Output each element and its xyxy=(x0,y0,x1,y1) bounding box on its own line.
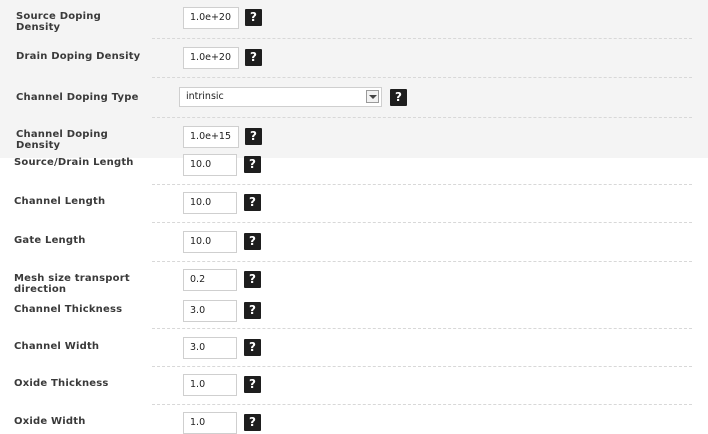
chevron-down-icon[interactable] xyxy=(366,90,379,103)
divider xyxy=(152,38,692,39)
help-icon[interactable]: ? xyxy=(244,194,261,211)
divider xyxy=(152,222,692,223)
divider xyxy=(152,261,692,262)
drain-doping-density-input[interactable]: 1.0e+20 xyxy=(183,47,239,69)
field-label: Oxide Width xyxy=(14,416,86,427)
channel-doping-type-select[interactable]: intrinsic xyxy=(179,87,382,107)
select-value: intrinsic xyxy=(186,91,224,102)
mesh-size-input[interactable]: 0.2 xyxy=(183,269,237,291)
field-label: Drain Doping Density xyxy=(16,51,141,62)
source-drain-length-input[interactable]: 10.0 xyxy=(183,154,237,176)
divider xyxy=(152,404,692,405)
help-icon[interactable]: ? xyxy=(244,414,261,431)
channel-doping-density-input[interactable]: 1.0e+15 xyxy=(183,126,239,148)
source-doping-density-input[interactable]: 1.0e+20 xyxy=(183,7,239,29)
help-icon[interactable]: ? xyxy=(244,233,261,250)
divider xyxy=(152,366,692,367)
channel-thickness-input[interactable]: 3.0 xyxy=(183,300,237,322)
field-label: Source/Drain Length xyxy=(14,157,134,168)
divider xyxy=(152,328,692,329)
gate-length-input[interactable]: 10.0 xyxy=(183,231,237,253)
help-icon[interactable]: ? xyxy=(244,302,261,319)
field-label: Channel Doping Density xyxy=(16,129,108,151)
help-icon[interactable]: ? xyxy=(244,156,261,173)
field-label: Channel Doping Type xyxy=(16,92,139,103)
help-icon[interactable]: ? xyxy=(390,89,407,106)
channel-length-input[interactable]: 10.0 xyxy=(183,192,237,214)
help-icon[interactable]: ? xyxy=(245,49,262,66)
help-icon[interactable]: ? xyxy=(244,271,261,288)
oxide-width-input[interactable]: 1.0 xyxy=(183,412,237,434)
channel-width-input[interactable]: 3.0 xyxy=(183,337,237,359)
help-icon[interactable]: ? xyxy=(244,339,261,356)
divider xyxy=(152,184,692,185)
field-label: Mesh size transport direction xyxy=(14,273,130,295)
help-icon[interactable]: ? xyxy=(244,376,261,393)
help-icon[interactable]: ? xyxy=(245,128,262,145)
oxide-thickness-input[interactable]: 1.0 xyxy=(183,374,237,396)
field-label: Gate Length xyxy=(14,235,86,246)
divider xyxy=(152,77,692,78)
help-icon[interactable]: ? xyxy=(245,9,262,26)
field-label: Channel Thickness xyxy=(14,304,123,315)
field-label: Oxide Thickness xyxy=(14,378,109,389)
field-label: Channel Width xyxy=(14,341,100,352)
divider xyxy=(152,117,692,118)
field-label: Channel Length xyxy=(14,196,106,207)
field-label: Source Doping Density xyxy=(16,11,101,33)
